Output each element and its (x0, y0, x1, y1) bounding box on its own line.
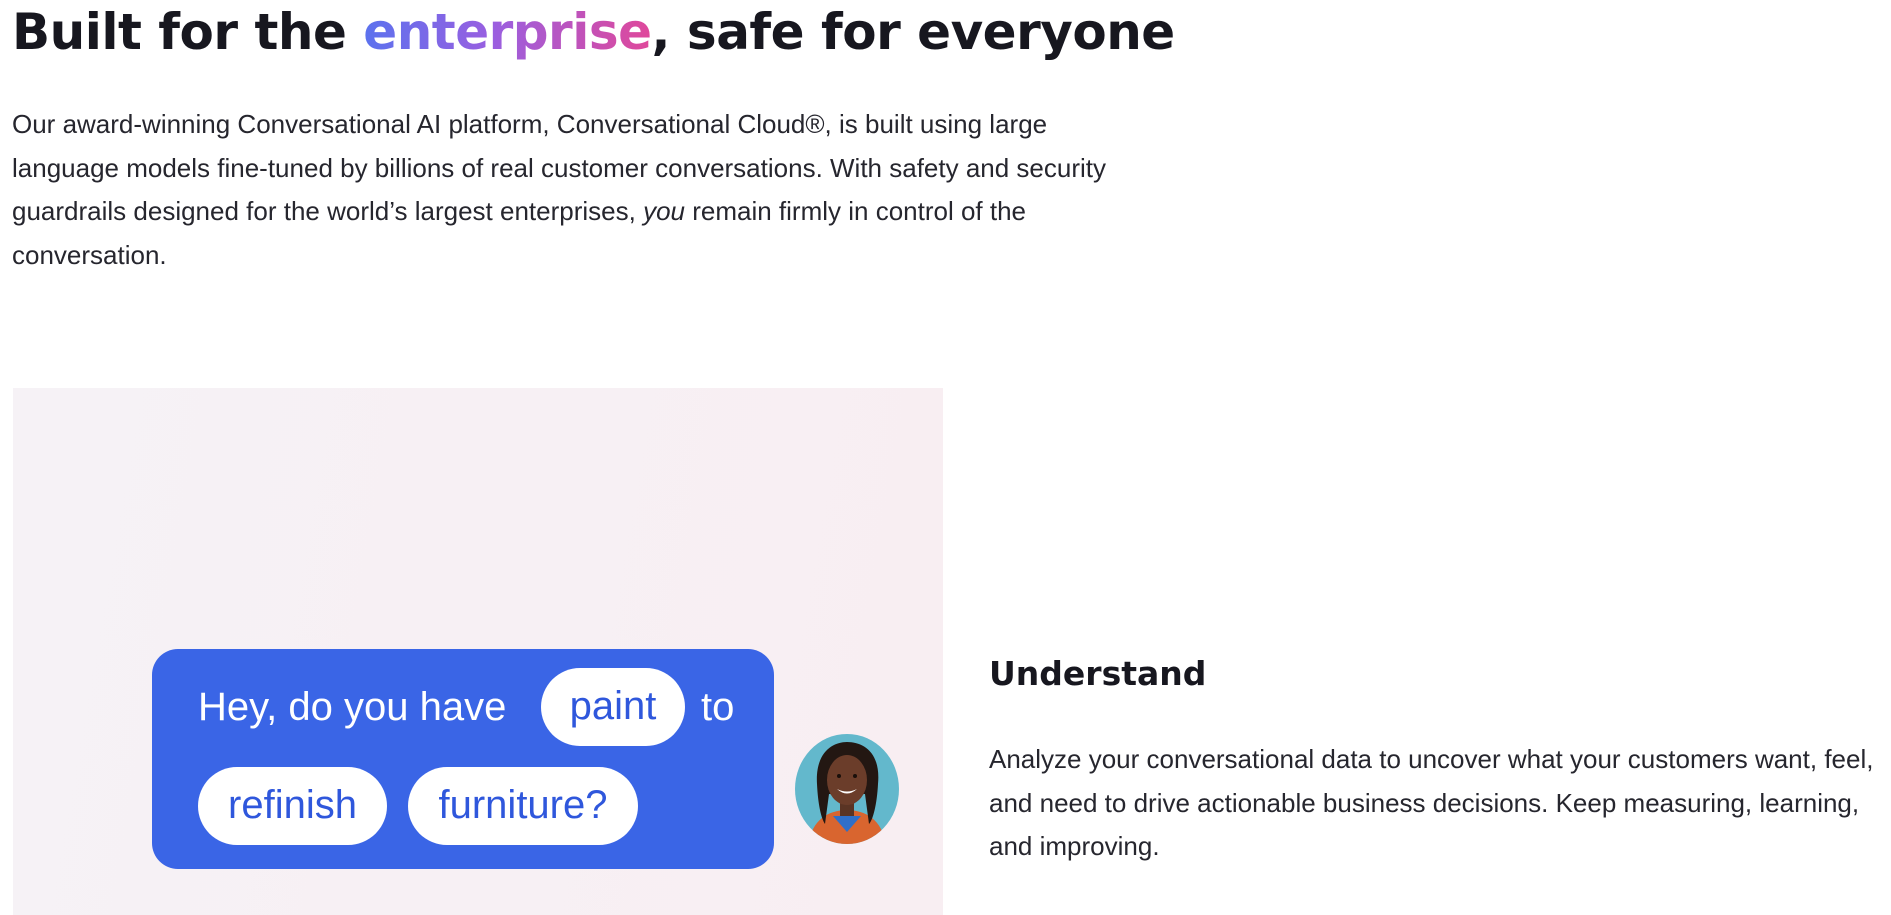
intro-paragraph: Our award-winning Conversational AI plat… (12, 103, 1122, 277)
feature-description: Analyze your conversational data to unco… (989, 744, 1874, 861)
customer-portrait-icon (809, 742, 885, 844)
feature-title: Understand (989, 654, 1207, 693)
title-text-end: , safe for everyone (651, 3, 1176, 61)
page-title: Built for the enterprise, safe for every… (12, 2, 1175, 62)
chat-bubble: Hey, do you have paint to refinish furni… (152, 649, 774, 869)
chat-text-start: Hey, do you have (198, 685, 507, 729)
page: Built for the enterprise, safe for every… (0, 0, 1891, 915)
customer-avatar (795, 734, 899, 844)
chat-illustration-panel: Hey, do you have paint to refinish furni… (13, 388, 943, 915)
title-text-start: Built for the (12, 3, 364, 61)
keyword-chip-furniture: furniture? (408, 767, 638, 845)
keyword-chip-paint: paint (541, 668, 685, 746)
chat-text-to: to (701, 685, 735, 729)
intro-emphasis: you (643, 196, 685, 226)
title-accent-word: enterprise (363, 3, 652, 61)
keyword-chip-refinish: refinish (198, 767, 387, 845)
